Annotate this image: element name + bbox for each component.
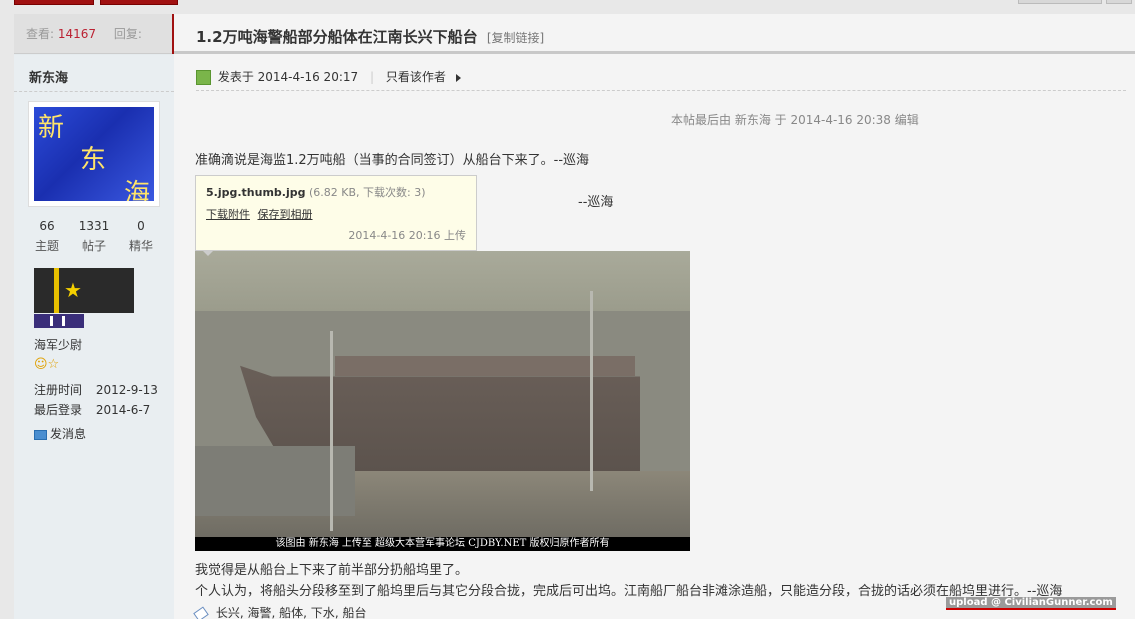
- top-bar: [0, 0, 1135, 14]
- last-login-row: 最后登录 2014-6-7: [34, 401, 150, 418]
- attachment-links: 下载附件 保存到相册: [206, 206, 466, 222]
- register-row: 注册时间 2012-9-13: [34, 381, 158, 398]
- tag-icon: [193, 605, 209, 619]
- author-name[interactable]: 新东海: [29, 67, 68, 86]
- tag-link[interactable]: 船体: [279, 606, 303, 619]
- send-message-label: 发消息: [50, 427, 87, 441]
- star-icon: ★: [64, 278, 82, 302]
- avatar-char-3: 海: [124, 179, 151, 201]
- thread-title-text: 1.2万吨海警船部分船体在江南长兴下船台: [196, 28, 478, 46]
- posted-time: 发表于 2014-4-16 20:17: [217, 70, 359, 84]
- top-tab-button-1[interactable]: [14, 0, 94, 5]
- last-login-date: 2014-6-7: [95, 403, 151, 417]
- author-sidebar: 查看: 14167 回复: 167 新东海 新 东 海 66 主题: [14, 14, 174, 619]
- post-signoff: --巡海: [578, 195, 614, 210]
- last-login-label: 最后登录: [34, 403, 83, 417]
- edit-note: 本帖最后由 新东海 于 2014-4-16 20:38 编辑: [671, 113, 919, 127]
- send-message-link[interactable]: 发消息: [34, 425, 86, 442]
- envelope-icon: [34, 429, 47, 440]
- rank-level-icons: ☺☆: [34, 357, 60, 372]
- strip-mark: [50, 316, 53, 326]
- attachment-upload-time: 2014-4-16 20:16 上传: [348, 229, 466, 242]
- attachment-tooltip: 5.jpg.thumb.jpg (6.82 KB, 下载次数: 3) 下载附件 …: [195, 175, 477, 251]
- thread-title: 1.2万吨海警船部分船体在江南长兴下船台 [复制链接]: [196, 26, 544, 47]
- rank-name: 海军少尉: [34, 338, 83, 352]
- post-paragraph-2: 我觉得是从船台上下来了前半部分扔船坞里了。: [195, 563, 469, 578]
- strip-mark: [62, 316, 65, 326]
- replies-label: 回复:: [113, 27, 142, 41]
- avatar[interactable]: 新 东 海: [34, 107, 154, 201]
- post-main: 1.2万吨海警船部分船体在江南长兴下船台 [复制链接] 发表于 2014-4-1…: [174, 14, 1135, 619]
- avatar-char-1: 新: [38, 113, 65, 143]
- photo-pole: [590, 291, 593, 491]
- meta-separator: |: [369, 70, 375, 84]
- author-divider: [14, 91, 174, 92]
- post-container: 查看: 14167 回复: 167 新东海 新 东 海 66 主题: [14, 14, 1135, 619]
- online-user-icon: [196, 70, 211, 85]
- photo-sky: [195, 251, 690, 311]
- upload-watermark: upload @ CivilianGunner.com: [946, 597, 1116, 610]
- register-label: 注册时间: [34, 383, 83, 397]
- tag-link[interactable]: 长兴: [216, 606, 240, 619]
- only-author-link[interactable]: 只看该作者: [386, 70, 446, 84]
- author-stats: 66 主题 1331 帖子 0 精华: [24, 219, 164, 254]
- author-info: 新东海 新 东 海 66 主题 1331 帖子 0 精华 ★ 海军少尉 ☺☆ 注…: [14, 55, 174, 619]
- copy-link[interactable]: [复制链接]: [487, 31, 544, 45]
- attachment-filename: 5.jpg.thumb.jpg: [206, 186, 306, 199]
- stat-value: 0: [137, 219, 145, 233]
- top-tab-button-2[interactable]: [100, 0, 178, 5]
- insignia-bar: [54, 268, 59, 313]
- post-paragraph-1: 准确滴说是海监1.2万吨船（当事的合同签订）从船台下来了。--巡海: [195, 153, 590, 168]
- stat-label: 帖子: [81, 239, 106, 253]
- views-label: 查看:: [26, 27, 55, 41]
- author-stat-posts[interactable]: 1331 帖子: [71, 219, 117, 254]
- save-to-album-link[interactable]: 保存到相册: [258, 208, 313, 221]
- top-right-button-2[interactable]: [1106, 0, 1132, 4]
- post-tags: 长兴, 海警, 船体, 下水, 船台: [193, 604, 366, 619]
- views-count: 14167: [57, 27, 97, 41]
- post-photo[interactable]: 该图由 新东海 上传至 超级大本营军事论坛 CJDBY.NET 版权归原作者所有: [195, 251, 690, 551]
- attachment-meta: (6.82 KB, 下载次数: 3): [308, 186, 426, 199]
- stat-label: 精华: [128, 239, 153, 253]
- author-stat-topics[interactable]: 66 主题: [24, 219, 70, 254]
- tag-link[interactable]: 下水: [311, 606, 335, 619]
- top-right-button-1[interactable]: [1018, 0, 1102, 4]
- download-attachment-link[interactable]: 下载附件: [206, 208, 250, 221]
- avatar-char-2: 东: [80, 145, 107, 175]
- thread-stats: 查看: 14167 回复: 167: [14, 14, 174, 81]
- stat-value: 66: [39, 219, 55, 233]
- rank-strip: [34, 314, 84, 328]
- stat-label: 主题: [34, 239, 59, 253]
- attachment-file: 5.jpg.thumb.jpg (6.82 KB, 下载次数: 3): [206, 184, 466, 200]
- tooltip-arrow: [202, 250, 214, 256]
- tag-link[interactable]: 海警: [247, 606, 271, 619]
- photo-caption: 该图由 新东海 上传至 超级大本营军事论坛 CJDBY.NET 版权归原作者所有: [195, 537, 690, 551]
- thread-title-row: 1.2万吨海警船部分船体在江南长兴下船台 [复制链接]: [174, 14, 1135, 54]
- chevron-right-icon: [455, 73, 461, 82]
- photo-pole: [330, 331, 333, 531]
- avatar-frame[interactable]: 新 东 海: [28, 101, 160, 207]
- post-meta: 发表于 2014-4-16 20:17 | 只看该作者: [196, 68, 461, 85]
- tag-link[interactable]: 船台: [342, 606, 366, 619]
- author-stat-digest[interactable]: 0 精华: [118, 219, 164, 254]
- meta-divider: [196, 90, 1126, 91]
- rank-insignia: ★: [34, 268, 134, 313]
- stat-value: 1331: [78, 219, 110, 233]
- post-paragraph-3: 个人认为，将船头分段移至到了船坞里后与其它分段合拢，完成后可出坞。江南船厂船台非…: [195, 584, 1063, 599]
- register-date: 2012-9-13: [95, 383, 158, 397]
